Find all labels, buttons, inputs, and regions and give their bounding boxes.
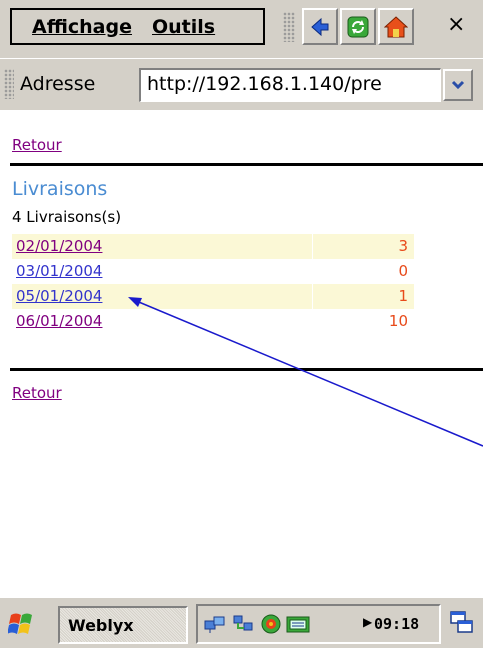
menu-affichage[interactable]: Affichage bbox=[12, 16, 132, 38]
home-icon bbox=[384, 15, 408, 37]
menu-group: Affichage Outils bbox=[10, 8, 265, 45]
close-button[interactable]: × bbox=[447, 12, 465, 37]
menu-affichage-label: Affichage bbox=[32, 15, 132, 38]
refresh-button[interactable] bbox=[340, 8, 376, 45]
connectivity-icon[interactable] bbox=[232, 613, 254, 635]
sync-icon[interactable] bbox=[260, 613, 282, 635]
address-gripper[interactable] bbox=[4, 69, 14, 99]
switch-windows-icon[interactable] bbox=[449, 610, 475, 636]
taskbar: Weblyx ▶ 09:18 bbox=[0, 596, 483, 648]
back-button[interactable] bbox=[302, 8, 338, 45]
chevron-down-icon bbox=[451, 80, 465, 90]
menu-outils[interactable]: Outils bbox=[132, 16, 215, 38]
page-content: Retour Livraisons 4 Livraisons(s) 02/01/… bbox=[0, 110, 483, 596]
tray-expand-icon[interactable]: ▶ bbox=[363, 615, 372, 629]
windows-start-icon[interactable] bbox=[8, 610, 38, 638]
address-dropdown-button[interactable] bbox=[443, 69, 473, 101]
address-input[interactable]: http://192.168.1.140/pre bbox=[139, 68, 441, 102]
input-panel-icon[interactable] bbox=[286, 613, 312, 635]
menu-outils-label: Outils bbox=[152, 15, 216, 38]
annotation-arrow bbox=[128, 297, 483, 447]
home-button[interactable] bbox=[378, 8, 414, 45]
taskbar-app-button[interactable]: Weblyx bbox=[58, 606, 188, 644]
toolbar-gripper[interactable] bbox=[283, 12, 295, 42]
back-arrow-icon bbox=[311, 17, 329, 36]
clock[interactable]: 09:18 bbox=[374, 615, 419, 633]
menu-bar: Affichage Outils × bbox=[0, 0, 483, 58]
address-label: Adresse bbox=[20, 73, 96, 95]
refresh-icon bbox=[347, 16, 369, 37]
system-tray: ▶ 09:18 bbox=[196, 604, 441, 644]
address-bar: Adresse http://192.168.1.140/pre bbox=[0, 58, 483, 110]
network-icon[interactable] bbox=[204, 613, 226, 635]
